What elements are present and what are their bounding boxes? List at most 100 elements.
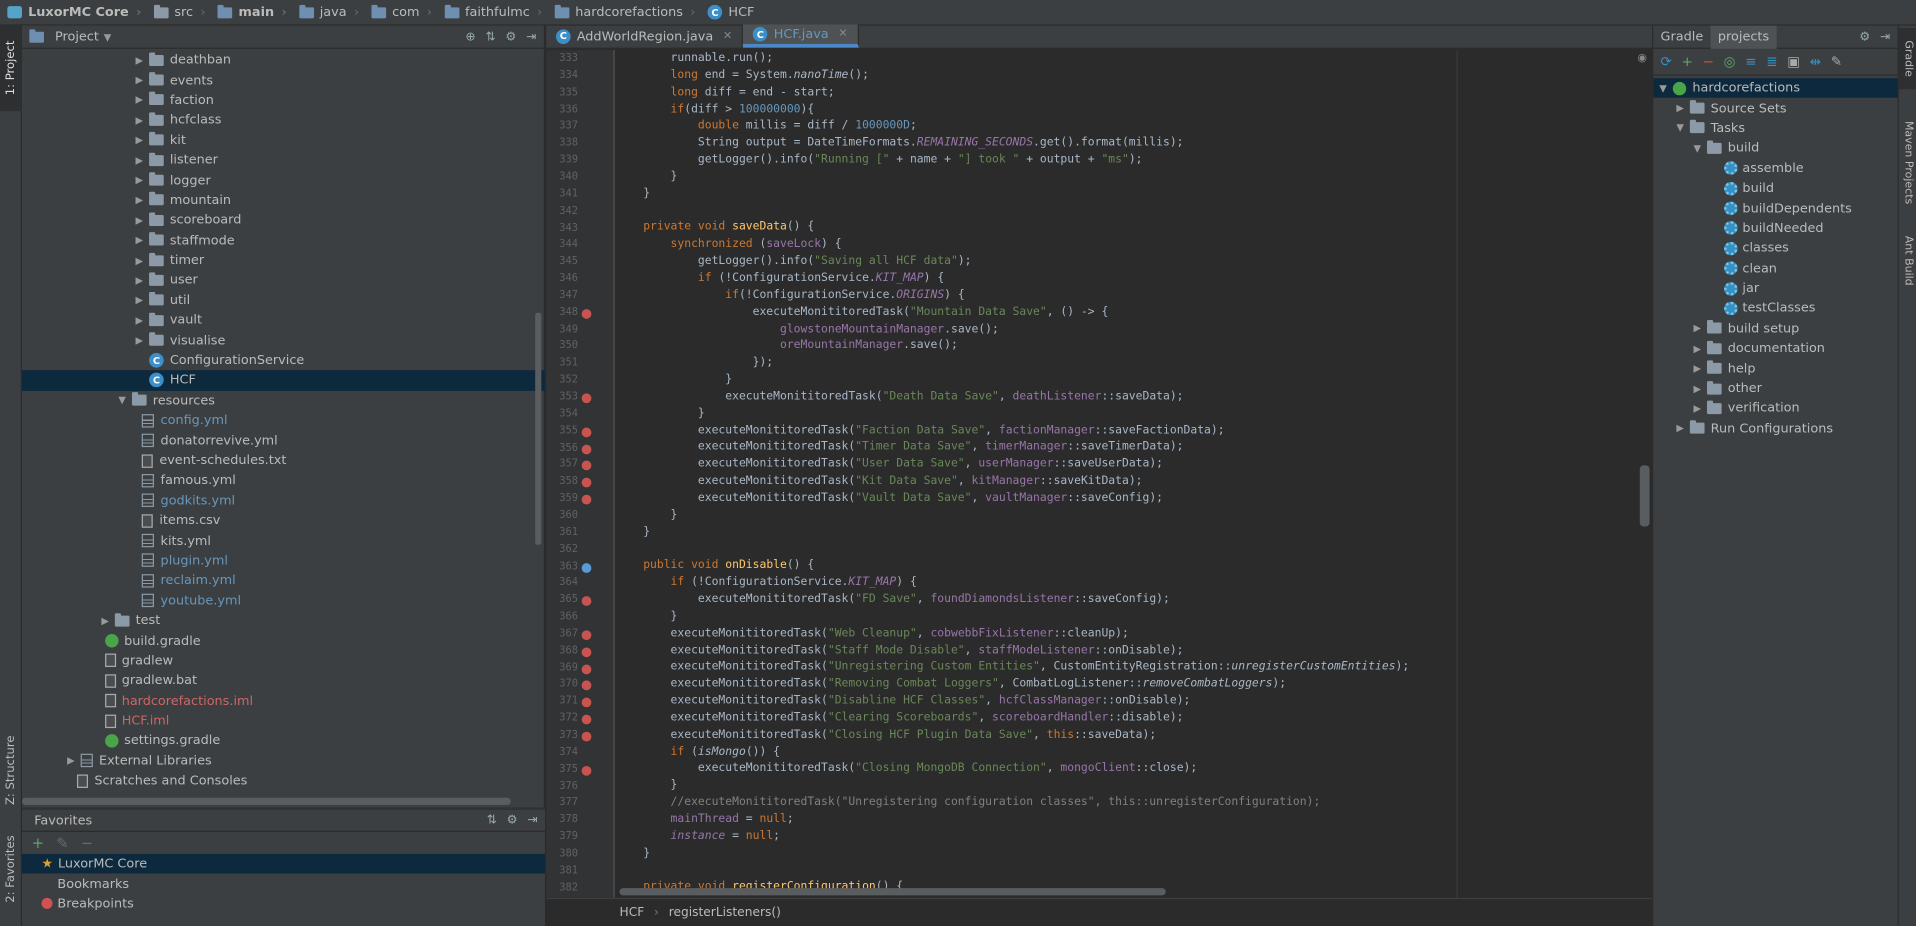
expand-all-icon[interactable]: ≡ [1745, 54, 1756, 70]
remove-icon[interactable]: − [81, 834, 93, 851]
tree-node[interactable]: event-schedules.txt [22, 451, 545, 471]
tree-node[interactable]: C ConfigurationService [22, 350, 545, 370]
collapse-icon[interactable]: ⇅ [487, 814, 497, 827]
project-tool-tab[interactable]: 1: Project [0, 25, 22, 112]
breadcrumb-item[interactable]: hardcorefactions › [550, 0, 703, 25]
tree-node[interactable]: ▶ scoreboard [22, 210, 545, 230]
tree-node[interactable]: HCF.iml [22, 711, 545, 731]
override-icon[interactable] [581, 680, 592, 691]
structure-tool-tab[interactable]: Z: Structure [0, 728, 22, 814]
settings-gear-icon[interactable]: ⚙ [1859, 30, 1870, 43]
tree-node[interactable]: ▶ staffmode [22, 230, 545, 250]
tree-node[interactable]: Scratches and Consoles [22, 771, 545, 791]
gradle-tree-node[interactable]: classes [1653, 238, 1897, 258]
settings-gear-icon[interactable]: ⚙ [505, 30, 516, 43]
refresh-icon[interactable]: ⟳ [1661, 54, 1672, 70]
tree-node[interactable]: ▶ faction [22, 90, 545, 110]
tree-node[interactable]: godkits.yml [22, 491, 545, 511]
chevron-right-icon[interactable]: ▶ [132, 135, 147, 146]
locate-icon[interactable]: ⊕ [465, 30, 475, 43]
ant-tool-tab[interactable]: Ant Build [1899, 227, 1916, 294]
projects-tab[interactable]: projects [1710, 25, 1777, 49]
override-icon[interactable] [581, 697, 592, 708]
gradle-tree-node[interactable]: assemble [1653, 158, 1897, 178]
tree-node[interactable]: items.csv [22, 511, 545, 531]
override-icon[interactable] [581, 461, 592, 471]
gradle-tree-node[interactable]: build [1653, 178, 1897, 198]
collapse-icon[interactable]: ⇅ [485, 30, 495, 43]
chevron-right-icon[interactable]: ▶ [132, 155, 147, 166]
tree-node[interactable]: config.yml [22, 410, 545, 430]
chevron-right-icon[interactable]: ▶ [132, 315, 147, 326]
override-icon[interactable] [581, 647, 592, 657]
tree-node[interactable]: ▼ resources [22, 390, 545, 410]
chevron-down-icon[interactable]: ▼ [1656, 83, 1671, 94]
breadcrumb-item[interactable]: com › [366, 0, 439, 25]
close-icon[interactable]: ✕ [723, 30, 732, 42]
override-icon[interactable] [581, 494, 592, 505]
chevron-right-icon[interactable]: ▶ [132, 215, 147, 226]
favorites-item[interactable]: Bookmarks [22, 874, 545, 894]
gradle-tree-node[interactable]: ▶ help [1653, 359, 1897, 379]
tree-node[interactable]: ▶ External Libraries [22, 751, 545, 771]
gradle-tree-node[interactable]: testClasses [1653, 298, 1897, 318]
add-icon[interactable]: + [32, 834, 44, 851]
tree-node[interactable]: C HCF [21, 370, 545, 391]
tree-node[interactable]: gradlew [22, 651, 545, 671]
gradle-tree-node[interactable]: buildDependents [1653, 198, 1897, 218]
editor-tab[interactable]: C HCF.java ✕ [743, 24, 859, 48]
breadcrumb-item[interactable]: main › [213, 0, 294, 25]
edit-icon[interactable]: ✎ [56, 834, 68, 851]
tree-node[interactable]: ▶ util [22, 290, 545, 310]
gradle-tree-node[interactable]: ▶ build setup [1653, 318, 1897, 338]
override-icon[interactable] [581, 596, 592, 607]
chevron-right-icon[interactable]: ▶ [1690, 363, 1705, 374]
tree-node[interactable]: ▶ listener [22, 150, 545, 170]
chevron-down-icon[interactable]: ▼ [1673, 123, 1688, 134]
tree-node[interactable]: donatorrevive.yml [22, 431, 545, 451]
gradle-tree-node[interactable]: ▼ Tasks [1653, 118, 1897, 138]
chevron-right-icon[interactable]: ▶ [132, 175, 147, 186]
override-icon[interactable] [581, 664, 592, 674]
gradle-tree-node[interactable]: ▶ verification [1653, 399, 1897, 419]
settings-gear-icon[interactable]: ⚙ [507, 814, 518, 827]
gradle-tool-tab[interactable]: Gradle [1898, 28, 1916, 90]
tree-node[interactable]: ▶ logger [22, 170, 545, 190]
tree-node[interactable]: ▶ vault [22, 310, 545, 330]
code-view[interactable]: runnable.run(); long end = System.nanoTi… [616, 50, 1640, 898]
tree-node[interactable]: build.gradle [22, 631, 545, 651]
breadcrumb-item[interactable]: faithfulmc › [439, 0, 549, 25]
favorites-tool-tab[interactable]: 2: Favorites [0, 826, 22, 912]
favorites-item[interactable]: ★ LuxorMC Core [21, 853, 545, 874]
hide-icon[interactable]: ⇥ [527, 814, 537, 827]
gradle-tree-node[interactable]: ▶ documentation [1653, 338, 1897, 358]
breadcrumb-item[interactable]: java › [294, 0, 366, 25]
tree-node[interactable]: ▶ test [22, 611, 545, 631]
chevron-right-icon[interactable]: ▶ [1690, 323, 1705, 334]
override-icon[interactable] [581, 630, 592, 640]
chevron-right-icon[interactable]: ▶ [132, 115, 147, 126]
chevron-right-icon[interactable]: ▶ [1690, 403, 1705, 414]
collapse-all-icon[interactable]: ≣ [1766, 54, 1777, 70]
offline-icon[interactable]: ▣ [1787, 54, 1800, 70]
breadcrumb-item[interactable]: LuxorMC Core › [2, 0, 148, 25]
chevron-right-icon[interactable]: ▶ [1690, 343, 1705, 354]
override-icon[interactable] [581, 714, 592, 725]
chevron-right-icon[interactable]: ▶ [132, 55, 147, 66]
editor-vscrollbar[interactable] [1639, 465, 1650, 527]
chevron-right-icon[interactable]: ▶ [132, 195, 147, 206]
override-icon[interactable] [581, 444, 592, 454]
gradle-tree-node[interactable]: ▶ other [1653, 379, 1897, 399]
tree-node[interactable]: plugin.yml [22, 551, 545, 571]
gradle-tree-node[interactable]: ▶ Run Configurations [1653, 419, 1897, 439]
chevron-right-icon[interactable]: ▶ [132, 255, 147, 266]
chevron-right-icon[interactable]: ▶ [1673, 423, 1688, 434]
override-icon[interactable] [581, 765, 592, 776]
tree-node[interactable]: ▶ user [22, 270, 545, 290]
remove-icon[interactable]: − [1703, 54, 1714, 70]
implements-icon[interactable] [581, 562, 592, 573]
chevron-right-icon[interactable]: ▶ [132, 235, 147, 246]
toggle-icon[interactable]: ⇹ [1810, 54, 1821, 70]
tree-node[interactable]: hardcorefactions.iml [22, 691, 545, 711]
project-tree-scrollbar[interactable] [535, 312, 542, 545]
